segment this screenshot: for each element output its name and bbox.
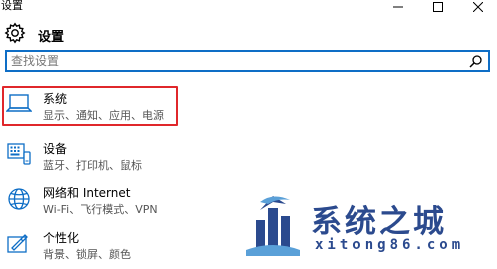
search-input[interactable] — [11, 53, 451, 69]
watermark: 系统之城 xitong86.com — [238, 188, 497, 262]
close-icon — [473, 2, 483, 12]
maximize-icon — [433, 2, 443, 12]
window-title: 设置 — [1, 0, 23, 12]
category-devices[interactable]: 设备 蓝牙、打印机、鼠标 — [0, 136, 330, 180]
watermark-logo — [246, 196, 300, 256]
watermark-url: xitong86.com — [315, 237, 465, 253]
category-label: 个性化 — [43, 231, 80, 245]
minimize-button[interactable] — [378, 0, 418, 14]
search-icon[interactable] — [469, 54, 483, 68]
gear-icon — [4, 22, 26, 44]
maximize-button[interactable] — [418, 0, 458, 14]
title-bar: 设置 — [0, 0, 497, 14]
category-label: 设备 — [43, 142, 68, 156]
highlight-box — [2, 86, 178, 126]
category-description: 蓝牙、打印机、鼠标 — [43, 159, 142, 172]
globe-icon — [8, 188, 30, 210]
keyboard-icon — [7, 143, 31, 165]
watermark-text: 系统之城 — [311, 204, 447, 240]
minimize-icon — [393, 6, 403, 8]
category-description: 背景、锁屏、颜色 — [43, 248, 131, 261]
settings-header: 设置 — [0, 18, 497, 50]
search-box[interactable] — [5, 50, 490, 72]
page-title: 设置 — [38, 30, 65, 45]
personalization-icon — [7, 234, 28, 253]
close-button[interactable] — [458, 0, 497, 14]
category-description: Wi-Fi、飞行模式、VPN — [43, 203, 158, 216]
category-label: 网络和 Internet — [43, 186, 131, 200]
